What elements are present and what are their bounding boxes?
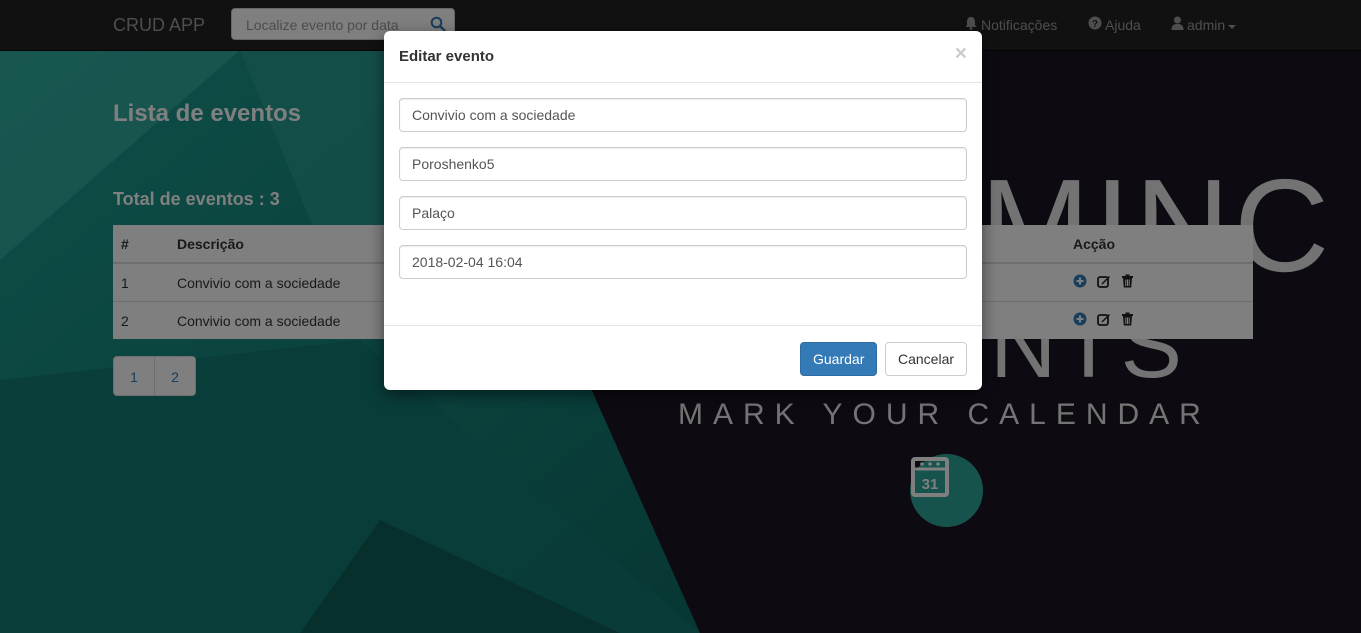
cancel-button[interactable]: Cancelar bbox=[885, 342, 967, 376]
organizer-field[interactable] bbox=[399, 147, 967, 181]
edit-event-modal: Editar evento × Guardar Cancelar bbox=[384, 31, 982, 390]
modal-footer: Guardar Cancelar bbox=[384, 325, 982, 390]
datetime-field[interactable] bbox=[399, 245, 967, 279]
modal-body bbox=[384, 83, 982, 326]
close-icon[interactable]: × bbox=[955, 43, 967, 64]
location-field[interactable] bbox=[399, 196, 967, 230]
modal-header: Editar evento × bbox=[384, 31, 982, 83]
save-button[interactable]: Guardar bbox=[800, 342, 877, 376]
modal-title: Editar evento bbox=[399, 48, 495, 65]
description-field[interactable] bbox=[399, 98, 967, 132]
